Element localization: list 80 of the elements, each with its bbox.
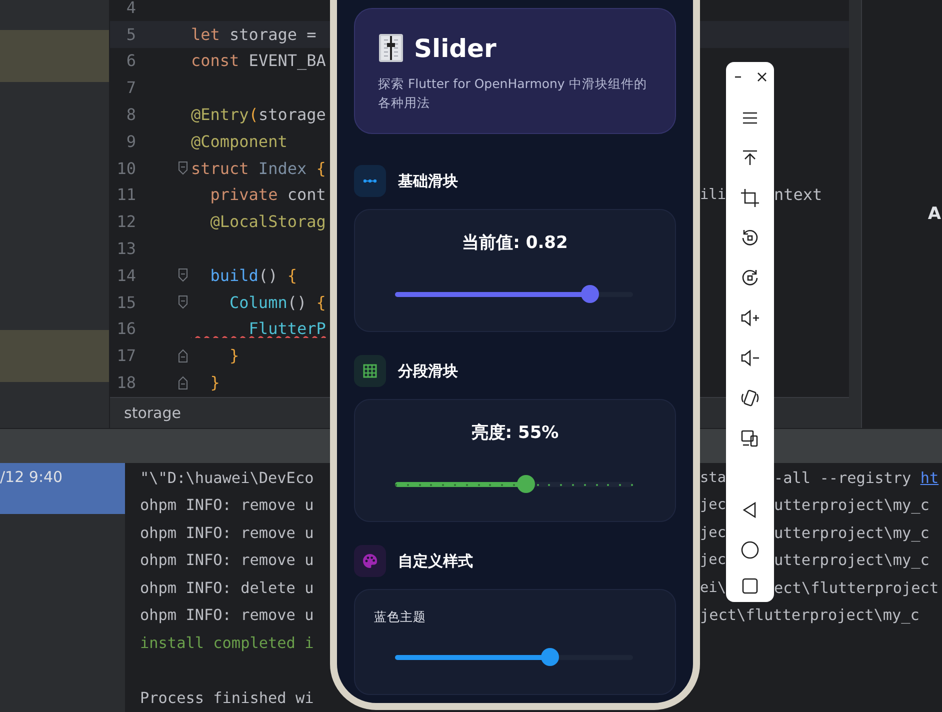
console-text: jec xyxy=(700,497,727,514)
console-text: "\"D:\huawei\DevEco xyxy=(140,468,315,487)
console-text: jec xyxy=(700,552,727,568)
line-number: 16 xyxy=(116,319,136,338)
line-number: 15 xyxy=(116,292,136,312)
code-text: ntext xyxy=(774,185,822,204)
console-text: utterproject\my_c xyxy=(774,496,930,514)
code-text: } xyxy=(228,346,240,366)
line-number: 9 xyxy=(125,132,136,151)
console-text: install completed i xyxy=(140,634,315,652)
console-text: ect\flutterproject xyxy=(774,578,939,597)
rotate-left-icon[interactable] xyxy=(740,228,760,248)
page-subtitle: 探索 Flutter for OpenHarmony 中滑块组件的各种用法 xyxy=(378,75,648,112)
breadcrumb[interactable]: storage xyxy=(124,404,181,422)
line-number: 13 xyxy=(116,239,136,258)
close-icon[interactable] xyxy=(756,71,768,83)
console-text: sta xyxy=(700,470,727,486)
console-text: jec xyxy=(700,524,727,541)
slider-label: 亮度: 55% xyxy=(471,422,559,444)
code-text: @Component xyxy=(191,132,288,151)
code-text: ili xyxy=(700,186,727,203)
fold-marker-icon[interactable] xyxy=(178,295,188,310)
fold-marker-icon[interactable] xyxy=(178,348,188,363)
console-text: ohpm INFO: remove u xyxy=(140,551,315,570)
line-number: 11 xyxy=(116,185,136,204)
slider-label: 当前值: 0.82 xyxy=(462,232,568,254)
console-text: ohpm INFO: remove u xyxy=(140,524,315,542)
line-number: 10 xyxy=(116,158,136,178)
code-text: const EVENT_BA xyxy=(191,51,326,70)
rotate-right-icon[interactable] xyxy=(740,268,760,288)
pin-to-top-icon[interactable] xyxy=(740,148,760,168)
code-text: Column() { xyxy=(228,292,326,312)
console-text: ohpm INFO: remove u xyxy=(140,496,315,514)
fold-marker-icon[interactable] xyxy=(178,376,188,390)
section-title: 自定义样式 xyxy=(398,552,473,570)
console-text: -all --registry xyxy=(774,468,912,487)
code-text: @LocalStorag xyxy=(209,212,326,232)
line-number: 12 xyxy=(116,212,136,232)
code-text: build() { xyxy=(209,266,297,285)
line-number: 14 xyxy=(116,266,136,285)
code-text: FlutterP xyxy=(248,319,326,338)
line-number: 4 xyxy=(125,0,136,17)
slider-icon xyxy=(378,33,404,63)
run-item[interactable]: /12 9:40 xyxy=(0,463,125,514)
crop-icon[interactable] xyxy=(740,188,760,208)
fold-marker-icon[interactable] xyxy=(178,268,188,282)
volume-down-icon[interactable] xyxy=(740,348,760,368)
line-number: 6 xyxy=(125,51,136,70)
home-icon[interactable] xyxy=(740,540,760,560)
code-text: let storage = xyxy=(191,24,316,44)
page-title: Slider xyxy=(414,34,496,62)
line-number: 8 xyxy=(125,105,136,124)
line-number: 5 xyxy=(125,24,136,44)
console-text: Process finished wi xyxy=(140,688,315,707)
panel-text: A xyxy=(928,204,941,224)
line-number: 7 xyxy=(125,78,136,98)
section-title: 分段滑块 xyxy=(398,362,458,380)
line-number: 17 xyxy=(116,346,136,366)
slider[interactable] xyxy=(395,647,633,667)
code-text: } xyxy=(209,373,220,392)
fold-marker-icon[interactable] xyxy=(178,161,188,176)
console-text: ohpm INFO: delete u xyxy=(140,578,315,597)
code-text: @Entry(storage xyxy=(191,105,326,124)
slider[interactable] xyxy=(395,474,633,494)
code-text: struct Index { xyxy=(191,158,326,178)
link[interactable]: ht xyxy=(920,468,939,487)
console-text: ohpm INFO: remove u xyxy=(140,606,315,624)
console-text: utterproject\my_c xyxy=(774,524,930,542)
devices-icon[interactable] xyxy=(740,428,760,448)
console-text: utterproject\my_c xyxy=(774,551,930,570)
console-text: ei\ xyxy=(700,580,727,596)
console-text: ject\flutterproject\my_c xyxy=(700,606,920,624)
line-number: 18 xyxy=(116,373,136,392)
slider-label: 蓝色主题 xyxy=(374,609,426,626)
section-title: 基础滑块 xyxy=(398,172,458,190)
recents-icon[interactable] xyxy=(740,576,760,596)
volume-up-icon[interactable] xyxy=(740,308,760,328)
code-text: private cont xyxy=(209,185,326,204)
shake-phone-icon[interactable] xyxy=(740,388,760,408)
slider[interactable] xyxy=(395,284,633,304)
